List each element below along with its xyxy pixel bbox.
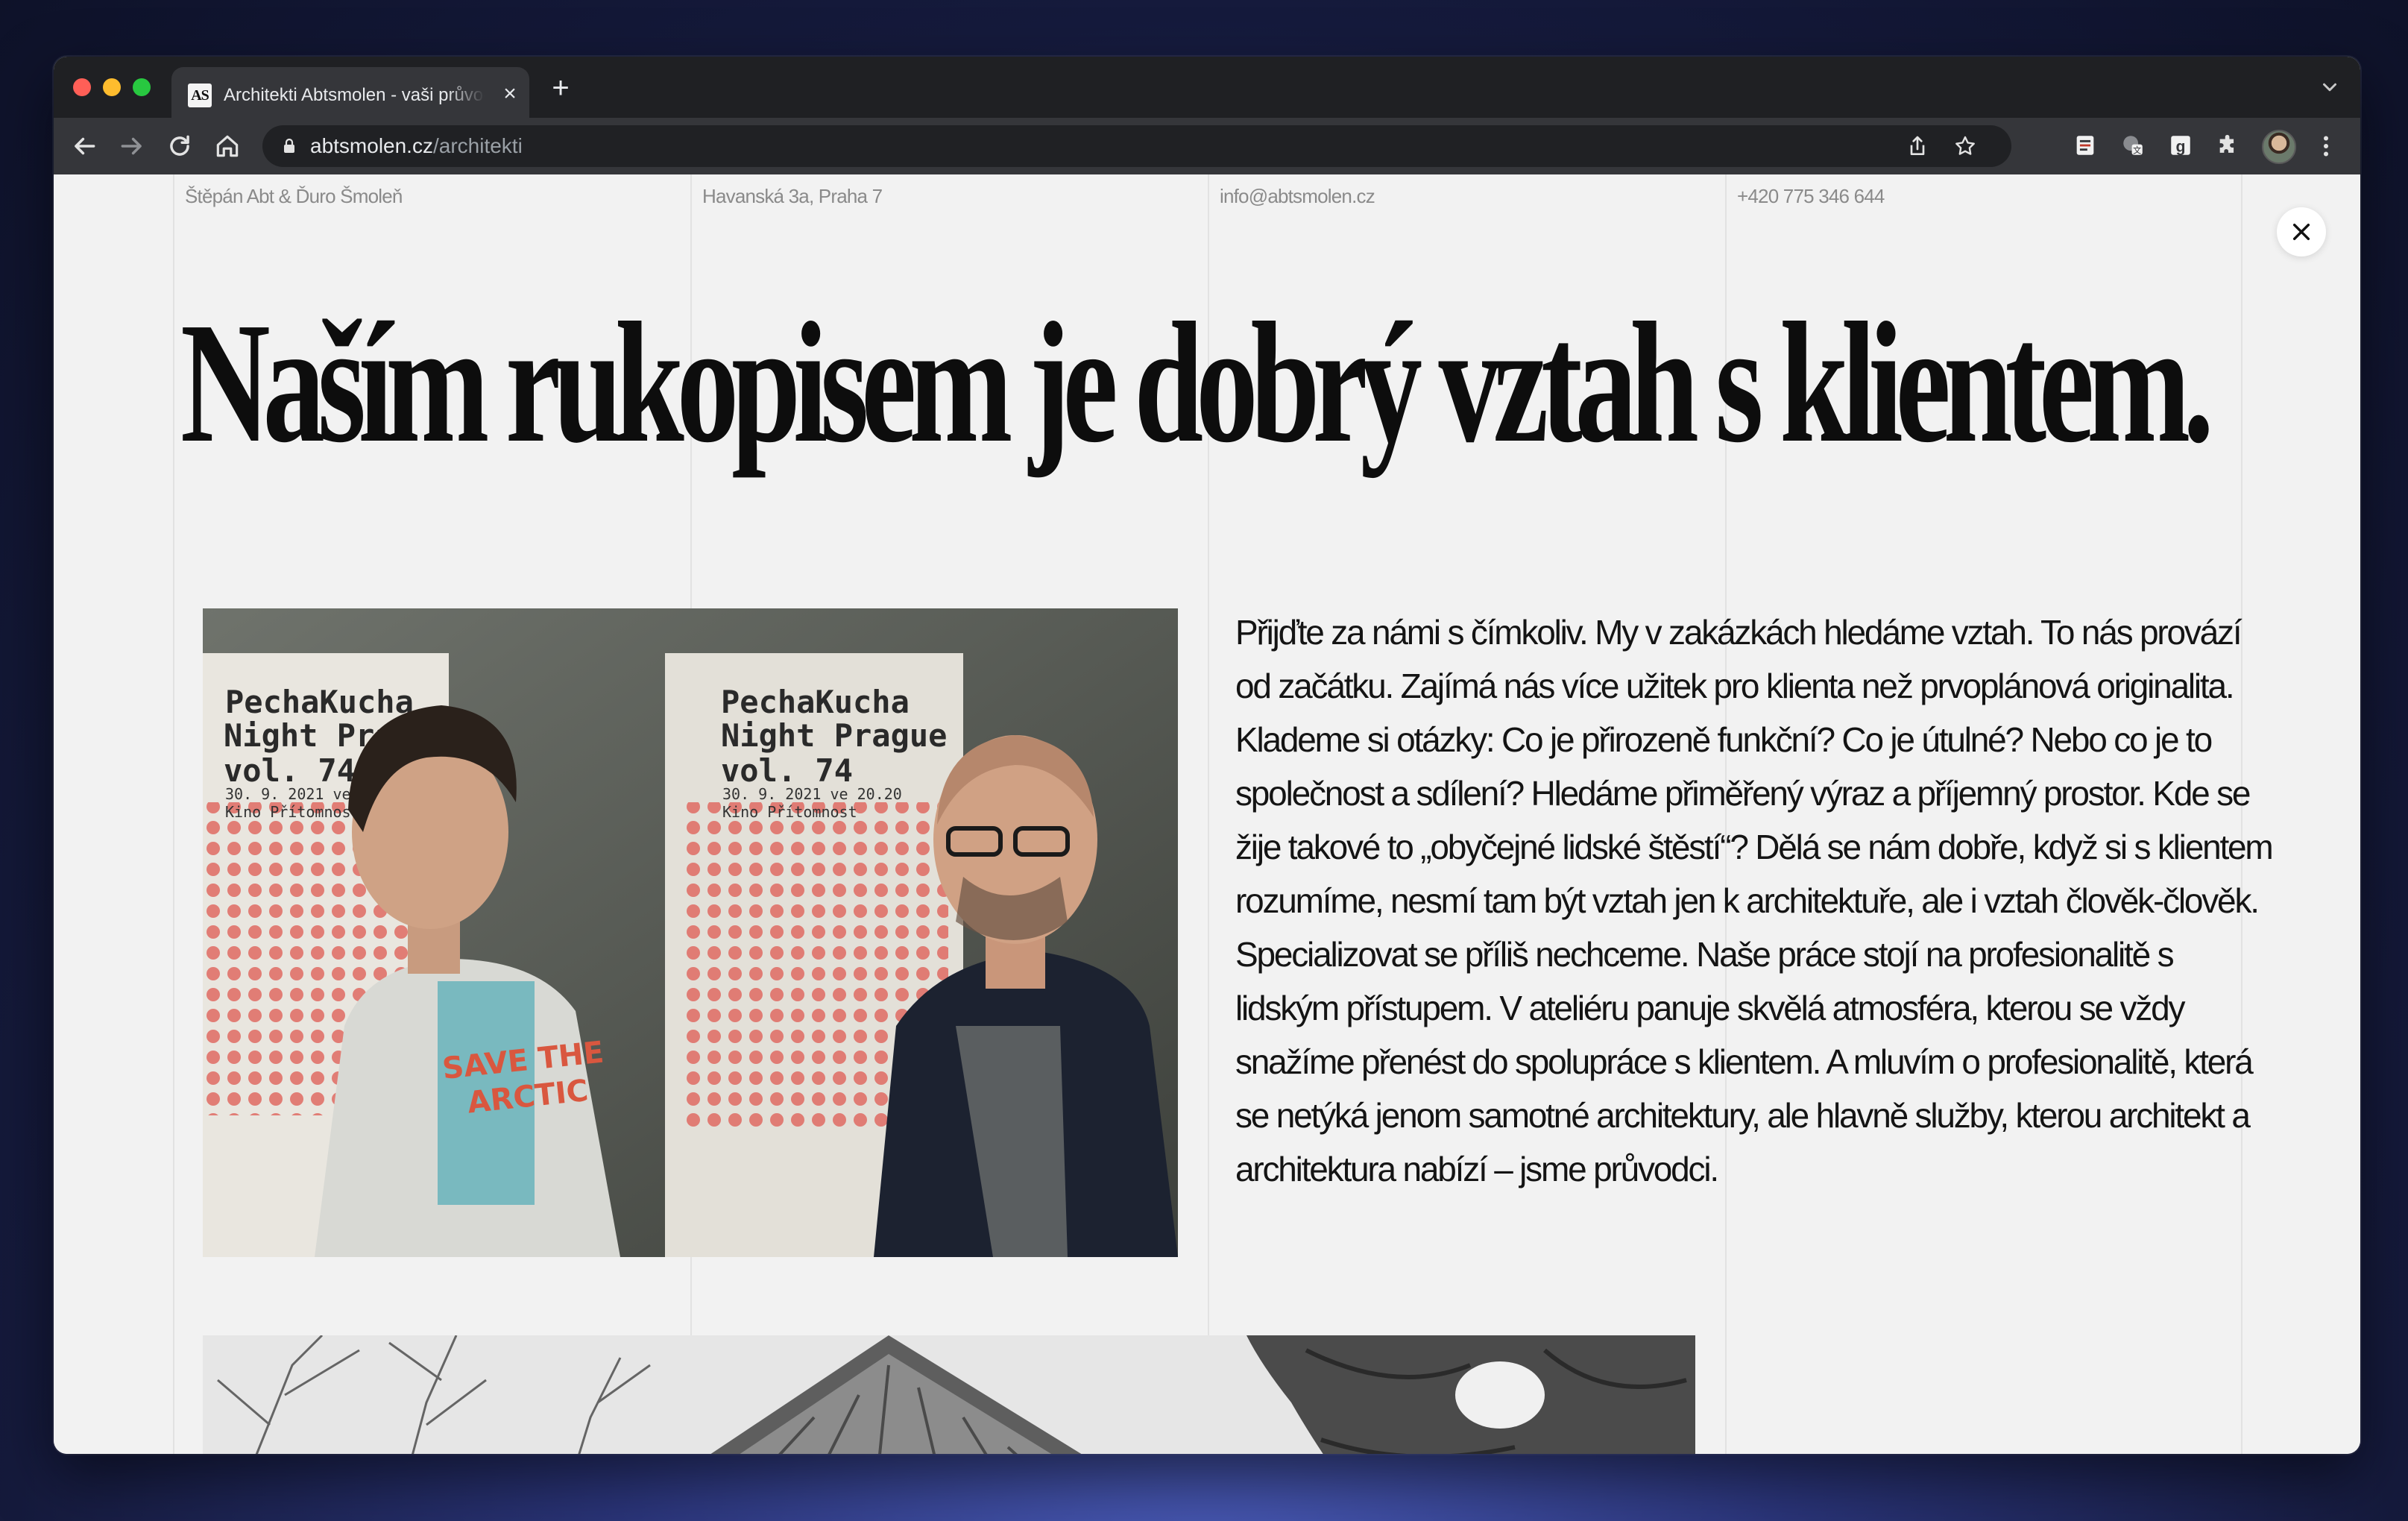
poster-title-2-second: Night Prague xyxy=(721,717,947,754)
svg-text:g: g xyxy=(2176,138,2186,156)
menu-dots-icon[interactable] xyxy=(2313,133,2339,160)
tab-list-chevron-icon[interactable] xyxy=(2319,76,2341,98)
phone-link[interactable]: +420 775 346 644 xyxy=(1737,185,1885,208)
new-tab-button[interactable]: + xyxy=(546,73,576,103)
page-title: Naším rukopisem je dobrý vztah s kliente… xyxy=(180,287,2214,479)
site-favicon-icon: AS xyxy=(188,84,212,107)
back-icon[interactable] xyxy=(70,132,98,160)
forward-icon[interactable] xyxy=(118,132,146,160)
home-icon[interactable] xyxy=(213,132,242,160)
tab-title: Architekti Abtsmolen - vaši průvodci xyxy=(224,85,485,105)
poster-venue-second: Kino Přítomnost xyxy=(722,803,857,821)
poster-title-3-second: vol. 74 xyxy=(721,752,853,789)
email-link[interactable]: info@abtsmolen.cz xyxy=(1220,185,1375,208)
active-tab[interactable]: AS Architekti Abtsmolen - vaši průvodci … xyxy=(171,67,529,118)
url-text[interactable]: abtsmolen.cz/architekti xyxy=(310,133,523,160)
extension-reader-icon[interactable] xyxy=(2073,133,2098,158)
extension-grammar-icon[interactable]: g xyxy=(2168,133,2193,158)
browser-window: AS Architekti Abtsmolen - vaši průvodci … xyxy=(54,57,2360,1454)
bookmark-star-icon[interactable] xyxy=(1953,134,1977,158)
grid-line xyxy=(173,174,174,1454)
wooden-hut-photo xyxy=(203,1335,1695,1454)
poster-date-second: 30. 9. 2021 ve 20.20 xyxy=(722,785,902,803)
close-icon xyxy=(2292,223,2310,241)
close-window-button[interactable] xyxy=(73,78,91,96)
url-path: /architekti xyxy=(432,134,523,157)
architects-photo: PechaKucha Night Prague vol. 74 30. 9. 2… xyxy=(203,608,1178,1257)
share-icon[interactable] xyxy=(1906,134,1929,158)
tab-strip: AS Architekti Abtsmolen - vaši průvodci … xyxy=(54,57,2360,118)
zoom-window-button[interactable] xyxy=(133,78,151,96)
svg-text:文: 文 xyxy=(2133,145,2141,156)
extensions-puzzle-icon[interactable] xyxy=(2216,133,2241,158)
intro-paragraph: Přijďte za námi s čímkoliv. My v zakázká… xyxy=(1235,613,2274,1188)
minimize-window-button[interactable] xyxy=(103,78,121,96)
extension-translate-icon[interactable]: 文 xyxy=(2120,133,2146,158)
tab-close-icon[interactable]: × xyxy=(497,81,523,107)
studio-address: Havanská 3a, Praha 7 xyxy=(702,185,883,207)
address-bar[interactable]: abtsmolen.cz/architekti xyxy=(262,125,2011,167)
browser-toolbar: abtsmolen.cz/architekti 文 g xyxy=(54,118,2360,174)
profile-avatar[interactable] xyxy=(2262,130,2296,164)
url-host: abtsmolen.cz xyxy=(310,134,433,157)
lock-icon[interactable] xyxy=(280,137,298,155)
web-page: Štěpán Abt & Ďuro Šmoleň Havanská 3a, Pr… xyxy=(54,174,2360,1454)
poster-title-3: vol. 74 xyxy=(224,752,356,789)
reload-icon[interactable] xyxy=(166,132,194,160)
close-overlay-button[interactable] xyxy=(2277,207,2326,256)
studio-names: Štěpán Abt & Ďuro Šmoleň xyxy=(185,185,403,207)
poster-venue: Kino Přítomnost xyxy=(225,803,360,821)
poster-title-1: PechaKucha xyxy=(225,684,414,720)
poster-title-1-second: PechaKucha xyxy=(721,684,910,720)
